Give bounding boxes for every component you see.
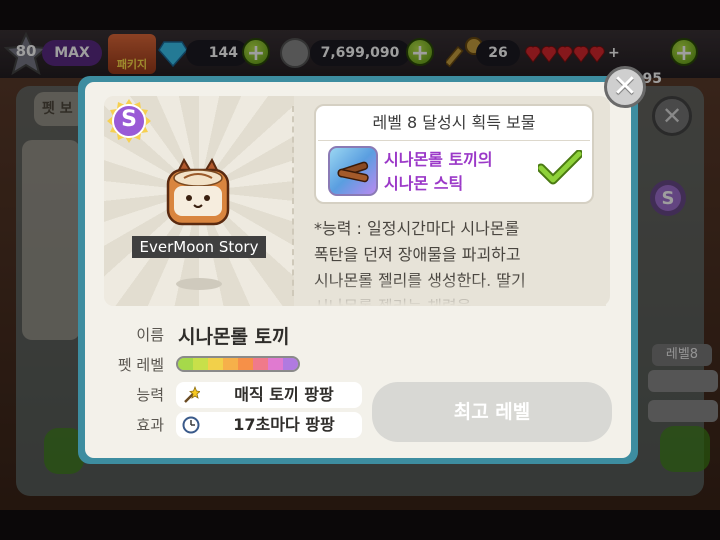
pet-level-bar bbox=[176, 356, 300, 372]
ability-value: 매직 토끼 팡팡 bbox=[234, 385, 334, 404]
reward-item-name-line1: 시나몬롤 토끼의 bbox=[384, 150, 493, 169]
pet-name: 시나몬롤 토끼 bbox=[178, 326, 290, 348]
effect-label: 효과 bbox=[136, 416, 164, 434]
cinnamon-stick-icon bbox=[328, 146, 378, 196]
check-icon bbox=[536, 149, 584, 186]
close-button[interactable]: ✕ bbox=[604, 66, 646, 108]
panel-divider bbox=[292, 106, 294, 296]
ability-label: 능력 bbox=[136, 386, 164, 404]
pet-level-bar-fill bbox=[178, 358, 298, 370]
clock-icon bbox=[182, 416, 200, 434]
reward-separator bbox=[318, 140, 590, 141]
rank-s-badge-icon: S bbox=[106, 98, 152, 144]
pet-level-label: 펫 레벨 bbox=[117, 356, 164, 374]
effect-value: 17초마다 팡팡 bbox=[233, 415, 335, 434]
name-label: 이름 bbox=[136, 326, 164, 344]
reward-item-name: 시나몬롤 토끼의 시나몬 스틱 bbox=[384, 148, 524, 196]
magic-wand-icon bbox=[182, 385, 201, 404]
max-level-button[interactable]: 최고 레벨 bbox=[372, 382, 612, 442]
cinnamon-bunny-pet-icon bbox=[162, 156, 234, 228]
description-fade bbox=[306, 278, 606, 306]
watermark-label: EverMoon Story bbox=[132, 236, 266, 258]
ability-value-box: 매직 토끼 팡팡 bbox=[176, 382, 362, 408]
reward-item-name-line2: 시나몬 스틱 bbox=[384, 174, 464, 193]
rank-badge-letter: S bbox=[121, 107, 137, 132]
reward-title: 레벨 8 달성시 획득 보물 bbox=[372, 113, 536, 132]
effect-value-box: 17초마다 팡팡 bbox=[176, 412, 362, 438]
pet-shadow bbox=[176, 278, 222, 290]
